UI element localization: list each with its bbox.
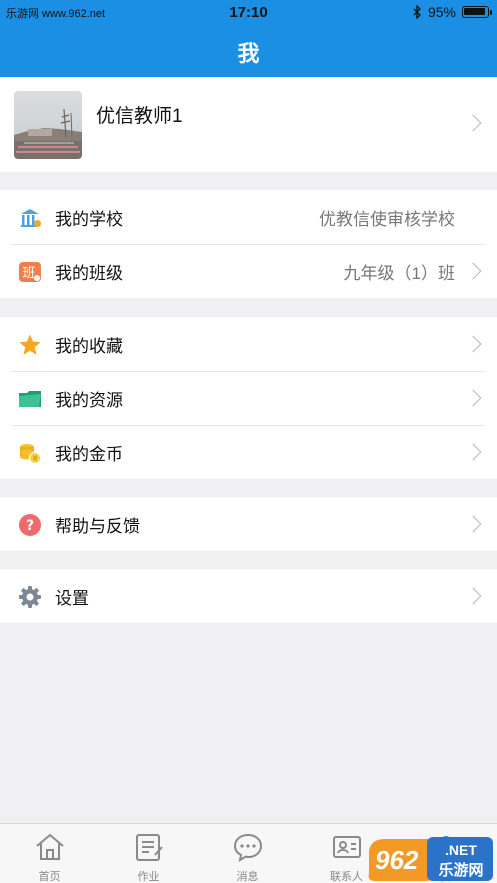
tab-messages[interactable]: 消息 xyxy=(198,824,297,883)
status-right: 95% xyxy=(413,4,492,20)
chevron-right-icon xyxy=(464,114,482,132)
chevron-right-icon xyxy=(464,335,482,353)
chevron-right-icon xyxy=(464,389,482,407)
group-settings: 设置 xyxy=(0,569,497,623)
contacts-icon xyxy=(333,836,361,858)
chevron-right-icon xyxy=(464,443,482,461)
bluetooth-icon xyxy=(413,5,421,19)
gear-icon xyxy=(19,586,41,608)
logo-text: 乐游网 xyxy=(438,861,483,879)
coins-label: 我的金币 xyxy=(55,444,123,464)
avatar[interactable] xyxy=(14,91,82,159)
school-icon xyxy=(21,209,41,227)
watermark-logo: 962 .NET 乐游网 xyxy=(368,837,493,881)
tab-home-label: 首页 xyxy=(38,871,61,883)
battery-icon xyxy=(462,6,492,18)
nav-bar: 我 xyxy=(0,26,497,77)
class-icon: 班 xyxy=(19,262,41,282)
tab-homework-label: 作业 xyxy=(137,871,160,883)
help-feedback-row[interactable]: ? 帮助与反馈 xyxy=(0,497,497,551)
class-icon-text: 班 xyxy=(22,266,35,281)
logo-suffix: .NET xyxy=(445,842,477,858)
svg-text:?: ? xyxy=(26,518,34,534)
resources-label: 我的资源 xyxy=(55,390,123,410)
chevron-right-icon xyxy=(464,515,482,533)
favorites-row[interactable]: 我的收藏 xyxy=(0,317,497,371)
tab-bar: 首页 作业 消息 联系人 我 xyxy=(0,823,497,883)
message-icon xyxy=(233,833,263,862)
status-bar: 乐游网 www.962.net 17:10 95% xyxy=(0,0,497,26)
coins-icon xyxy=(20,444,41,464)
battery-fill xyxy=(464,8,485,15)
tab-messages-label: 消息 xyxy=(236,871,259,883)
resources-row[interactable]: 我的资源 xyxy=(0,371,497,425)
help-feedback-label: 帮助与反馈 xyxy=(55,516,140,536)
my-class-label: 我的班级 xyxy=(55,263,123,283)
settings-label: 设置 xyxy=(55,588,89,608)
my-class-value: 九年级（1）班 xyxy=(343,263,455,283)
my-class-row[interactable]: 班 我的班级 九年级（1）班 xyxy=(0,244,497,298)
my-school-label: 我的学校 xyxy=(55,209,123,229)
my-school-value: 优教信使审核学校 xyxy=(319,209,455,229)
group-help: ? 帮助与反馈 xyxy=(0,497,497,551)
group-assets: 我的收藏 我的资源 我的金币 xyxy=(0,317,497,479)
tab-homework[interactable]: 作业 xyxy=(99,824,198,883)
tab-home[interactable]: 首页 xyxy=(0,824,99,883)
logo-number: 962 xyxy=(375,845,419,875)
settings-row[interactable]: 设置 xyxy=(0,569,497,623)
favorites-label: 我的收藏 xyxy=(55,336,123,356)
page-title: 我 xyxy=(237,40,260,66)
battery-percent: 95% xyxy=(427,4,456,20)
my-school-row[interactable]: 我的学校 优教信使审核学校 xyxy=(0,190,497,244)
group-school-class: 我的学校 优教信使审核学校 班 我的班级 九年级（1）班 xyxy=(0,190,497,298)
star-icon xyxy=(19,334,41,355)
chevron-right-icon xyxy=(464,262,482,280)
profile-row[interactable]: 优信教师1 xyxy=(0,77,497,172)
homework-icon xyxy=(136,834,163,861)
coins-row[interactable]: 我的金币 xyxy=(0,425,497,479)
help-icon: ? xyxy=(19,514,41,536)
folder-icon xyxy=(19,391,41,407)
profile-name: 优信教师1 xyxy=(96,106,183,127)
chevron-right-icon xyxy=(464,587,482,605)
home-icon xyxy=(36,833,64,860)
